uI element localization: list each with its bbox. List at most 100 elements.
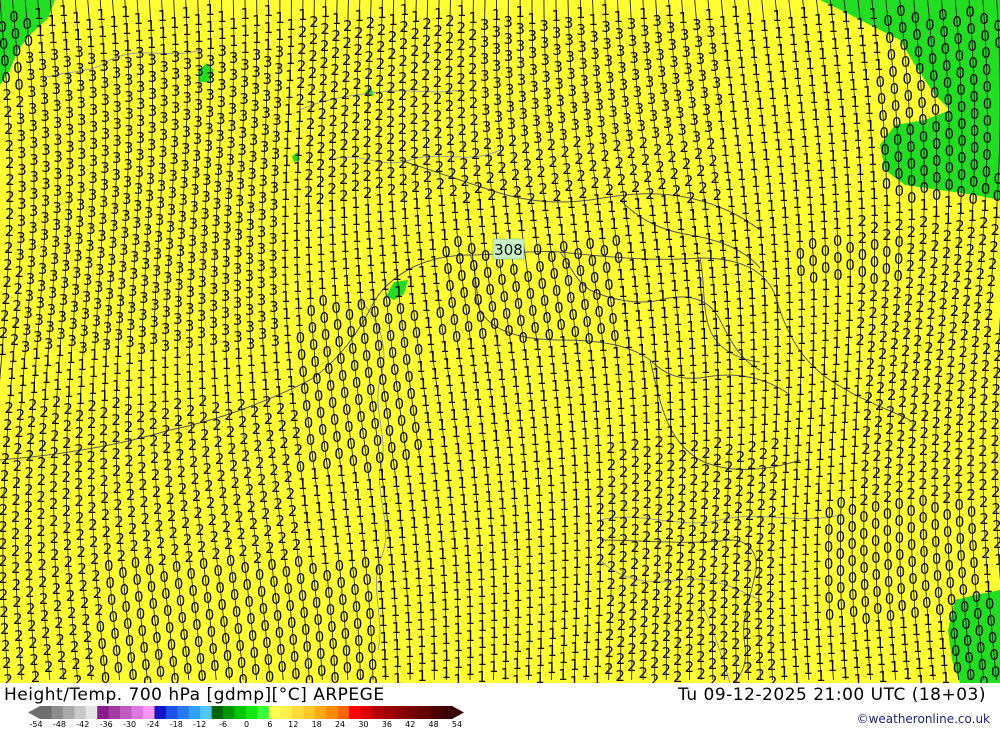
contour-value-label: 3 [88, 186, 98, 204]
contour-value-label: 3 [48, 284, 58, 302]
contour-value-label: 2 [926, 305, 936, 323]
contour-value-label: 0 [324, 360, 334, 378]
contour-value-label: 2 [0, 620, 10, 638]
contour-value-label: 1 [595, 585, 605, 603]
contour-value-label: 0 [882, 243, 892, 261]
contour-value-label: 2 [674, 617, 684, 635]
contour-value-label: 0 [205, 606, 215, 624]
contour-value-label: 0 [871, 515, 881, 533]
contour-value-label: 1 [628, 256, 638, 274]
contour-value-label: 1 [459, 379, 469, 397]
contour-value-label: 0 [907, 553, 917, 571]
scale-label: 54 [452, 720, 462, 729]
contour-value-label: 2 [713, 186, 723, 204]
contour-value-label: 2 [956, 394, 966, 412]
contour-value-label: 1 [340, 238, 350, 256]
contour-value-label: 3 [158, 160, 168, 178]
contour-value-label: 3 [120, 224, 130, 242]
contour-value-label: 2 [521, 139, 531, 157]
contour-value-label: 2 [197, 538, 207, 556]
contour-value-label: 2 [687, 539, 697, 557]
contour-value-label: 2 [38, 437, 48, 455]
contour-value-label: 1 [662, 209, 672, 227]
contour-value-label: 1 [420, 487, 430, 505]
contour-value-label: 0 [338, 591, 348, 609]
contour-value-label: 1 [640, 246, 650, 264]
contour-value-label: 1 [600, 354, 610, 372]
contour-value-label: 3 [578, 55, 588, 73]
contour-value-label: 1 [644, 280, 654, 298]
contour-value-label: 2 [696, 631, 706, 649]
contour-value-label: 0 [872, 583, 882, 601]
contour-value-label: 2 [62, 434, 72, 452]
contour-value-label: 3 [123, 173, 133, 191]
contour-value-label: 3 [53, 148, 63, 166]
contour-value-label: 1 [938, 635, 948, 653]
contour-value-label: 1 [559, 479, 569, 497]
contour-value-label: 2 [879, 328, 889, 346]
contour-value-label: 1 [501, 665, 511, 683]
contour-value-label: 1 [430, 365, 440, 383]
contour-value-label: 1 [37, 39, 47, 57]
contour-value-label: 0 [150, 612, 160, 630]
contour-value-label: 2 [984, 306, 994, 324]
contour-value-label: 0 [143, 673, 153, 683]
contour-value-label: 0 [462, 301, 472, 319]
contour-value-label: 1 [831, 368, 841, 386]
contour-value-label: 3 [29, 134, 39, 152]
contour-value-label: 3 [624, 127, 634, 145]
contour-value-label: 1 [939, 652, 949, 670]
contour-value-label: 2 [433, 39, 443, 57]
contour-value-label: 2 [328, 146, 338, 164]
contour-value-label: 2 [907, 468, 917, 486]
contour-value-label: 2 [113, 496, 123, 514]
contour-value-label: 1 [792, 466, 802, 484]
contour-value-label: 0 [156, 663, 166, 681]
contour-value-label: 1 [789, 31, 799, 49]
contour-value-label: 2 [906, 485, 916, 503]
contour-value-label: 2 [4, 239, 14, 257]
contour-value-label: 0 [316, 645, 326, 663]
contour-value-label: 2 [27, 413, 37, 431]
contour-value-label: 1 [864, 100, 874, 118]
contour-value-label: 1 [713, 366, 723, 384]
contour-value-label: 1 [725, 390, 735, 408]
contour-value-label: 1 [802, 626, 812, 644]
contour-value-label: 1 [454, 637, 464, 655]
contour-value-label: 1 [818, 191, 828, 209]
contour-value-label: 1 [790, 500, 800, 518]
contour-value-label: 3 [135, 163, 145, 181]
contour-value-label: 1 [749, 319, 759, 337]
contour-value-label: 1 [537, 584, 547, 602]
contour-value-label: 0 [568, 306, 578, 324]
contour-value-label: 2 [39, 590, 49, 608]
contour-value-label: 2 [513, 183, 523, 201]
contour-value-label: 0 [312, 594, 322, 612]
contour-value-label: 2 [991, 415, 1000, 433]
contour-value-label: 2 [665, 525, 675, 543]
contour-value-label: 1 [112, 377, 122, 395]
contour-value-label: 0 [161, 585, 171, 603]
contour-value-label: 1 [601, 1, 611, 19]
contour-value-label: 2 [341, 85, 351, 103]
contour-value-label: 1 [845, 290, 855, 308]
contour-value-label: 3 [229, 49, 239, 67]
contour-value-label: 2 [955, 411, 965, 429]
contour-value-label: 3 [271, 145, 281, 163]
contour-value-label: 2 [37, 539, 47, 557]
contour-value-label: 3 [631, 66, 641, 84]
contour-value-label: 3 [595, 96, 605, 114]
contour-value-label: 1 [282, 305, 292, 323]
contour-value-label: 2 [642, 511, 652, 529]
contour-value-label: 1 [579, 408, 589, 426]
contour-value-label: 1 [925, 628, 935, 646]
contour-value-label: 2 [88, 516, 98, 534]
contour-value-label: 3 [272, 111, 282, 129]
contour-value-label: 0 [580, 296, 590, 314]
contour-value-label: 2 [474, 179, 484, 197]
contour-value-label: 1 [588, 364, 598, 382]
contour-value-label: 1 [461, 508, 471, 526]
contour-value-label: 1 [217, 25, 227, 43]
credit-link[interactable]: ©weatheronline.co.uk [857, 712, 990, 726]
contour-value-label: 3 [171, 99, 181, 117]
